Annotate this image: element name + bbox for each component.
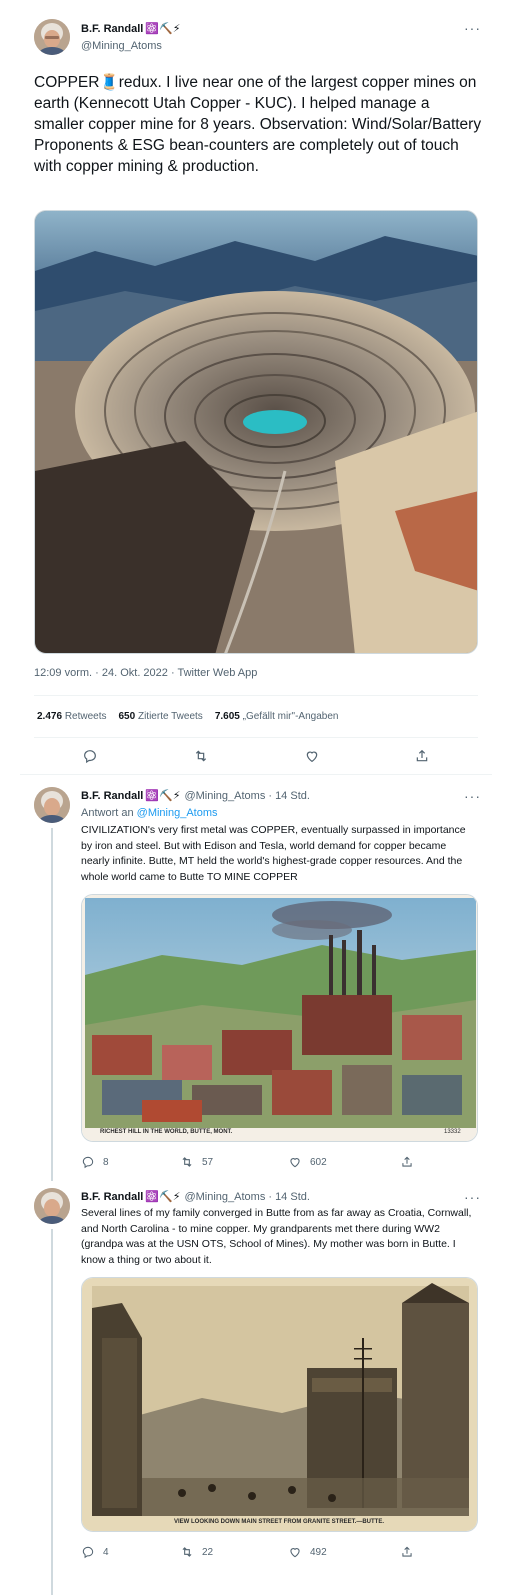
share-button[interactable] [400,1545,422,1559]
like-button[interactable]: 602 [288,1155,327,1169]
more-icon[interactable]: ··· [464,1189,481,1205]
tweet-timestamp[interactable]: 12:09 vorm. · 24. Okt. 2022 · Twitter We… [34,667,257,679]
retweet-icon [182,1547,192,1557]
thread-line [51,828,53,1181]
retweet-button[interactable]: 57 [180,1155,213,1169]
likes-stat[interactable]: 7.605 „Gefällt mir"-Angaben [215,711,339,722]
author-name[interactable]: B.F. Randall [81,1191,143,1203]
retweet-button[interactable]: 22 [180,1545,213,1559]
tweet-image-mine[interactable] [34,210,478,654]
tweet-text: CIVILIZATION's very first metal was COPP… [81,824,466,883]
reply-count: 8 [103,1156,109,1168]
divider [34,695,478,696]
retweets-stat[interactable]: 2.476 Retweets [37,711,107,722]
image-number: 13332 [444,1129,461,1135]
more-icon[interactable]: ··· [464,788,481,804]
avatar[interactable] [34,787,70,823]
like-button[interactable] [304,748,320,769]
like-icon [290,1548,300,1558]
author-emojis: ⚛️⛏️⚡ [145,1191,181,1203]
like-count: 492 [310,1546,327,1558]
author-emojis: ⚛️⛏️⚡ [145,790,181,802]
reply-to: Antwort an @Mining_Atoms [81,807,218,819]
retweet-count: 57 [202,1156,214,1168]
tweet-image-main-street[interactable]: VIEW LOOKING DOWN MAIN STREET FROM GRANI… [81,1277,478,1532]
like-icon [290,1158,300,1168]
like-icon [306,751,318,763]
retweet-icon [195,750,207,762]
quotes-stat[interactable]: 650 Zitierte Tweets [119,711,203,722]
author-emojis: ⚛️⛏️⚡ [145,23,181,35]
more-icon[interactable]: ··· [464,20,481,36]
retweet-icon [182,1157,192,1167]
reply-count: 4 [103,1546,109,1558]
author-name[interactable]: B.F. Randall [81,790,143,802]
image-caption: RICHEST HILL IN THE WORLD, BUTTE, MONT. [100,1129,233,1135]
image-caption: VIEW LOOKING DOWN MAIN STREET FROM GRANI… [174,1519,384,1525]
author-handle[interactable]: @Mining_Atoms [81,40,162,52]
retweet-count: 22 [202,1546,214,1558]
like-count: 602 [310,1156,327,1168]
thread-line [51,1229,53,1595]
divider [20,774,492,775]
reply-button[interactable]: 4 [81,1545,109,1559]
share-icon [402,1156,412,1167]
tweet-text: COPPER🧵redux. I live near one of the lar… [34,74,482,175]
reply-icon [82,1546,94,1559]
tweet-image-butte-hill[interactable]: RICHEST HILL IN THE WORLD, BUTTE, MONT. … [81,894,478,1142]
tweet-time[interactable]: · 14 Std. [268,790,310,802]
retweet-button[interactable] [193,748,209,769]
avatar[interactable] [34,1188,70,1224]
tweet-time[interactable]: · 14 Std. [268,1191,310,1203]
tweet-text: Several lines of my family converged in … [81,1207,472,1266]
like-button[interactable]: 492 [288,1545,327,1559]
avatar[interactable] [34,19,70,55]
reply-button[interactable] [82,748,98,769]
author-handle[interactable]: @Mining_Atoms [184,790,265,802]
author-name[interactable]: B.F. Randall [81,23,143,35]
share-icon [402,1546,412,1557]
share-button[interactable] [414,748,430,769]
reply-icon [84,750,96,764]
author-handle[interactable]: @Mining_Atoms [184,1191,265,1203]
reply-button[interactable]: 8 [81,1155,109,1169]
reply-icon [82,1156,94,1169]
share-icon [416,749,428,762]
share-button[interactable] [400,1155,422,1169]
divider [34,737,478,738]
reply-to-handle[interactable]: @Mining_Atoms [137,807,218,819]
tweet-stats: 2.476 Retweets 650 Zitierte Tweets 7.605… [37,711,338,722]
